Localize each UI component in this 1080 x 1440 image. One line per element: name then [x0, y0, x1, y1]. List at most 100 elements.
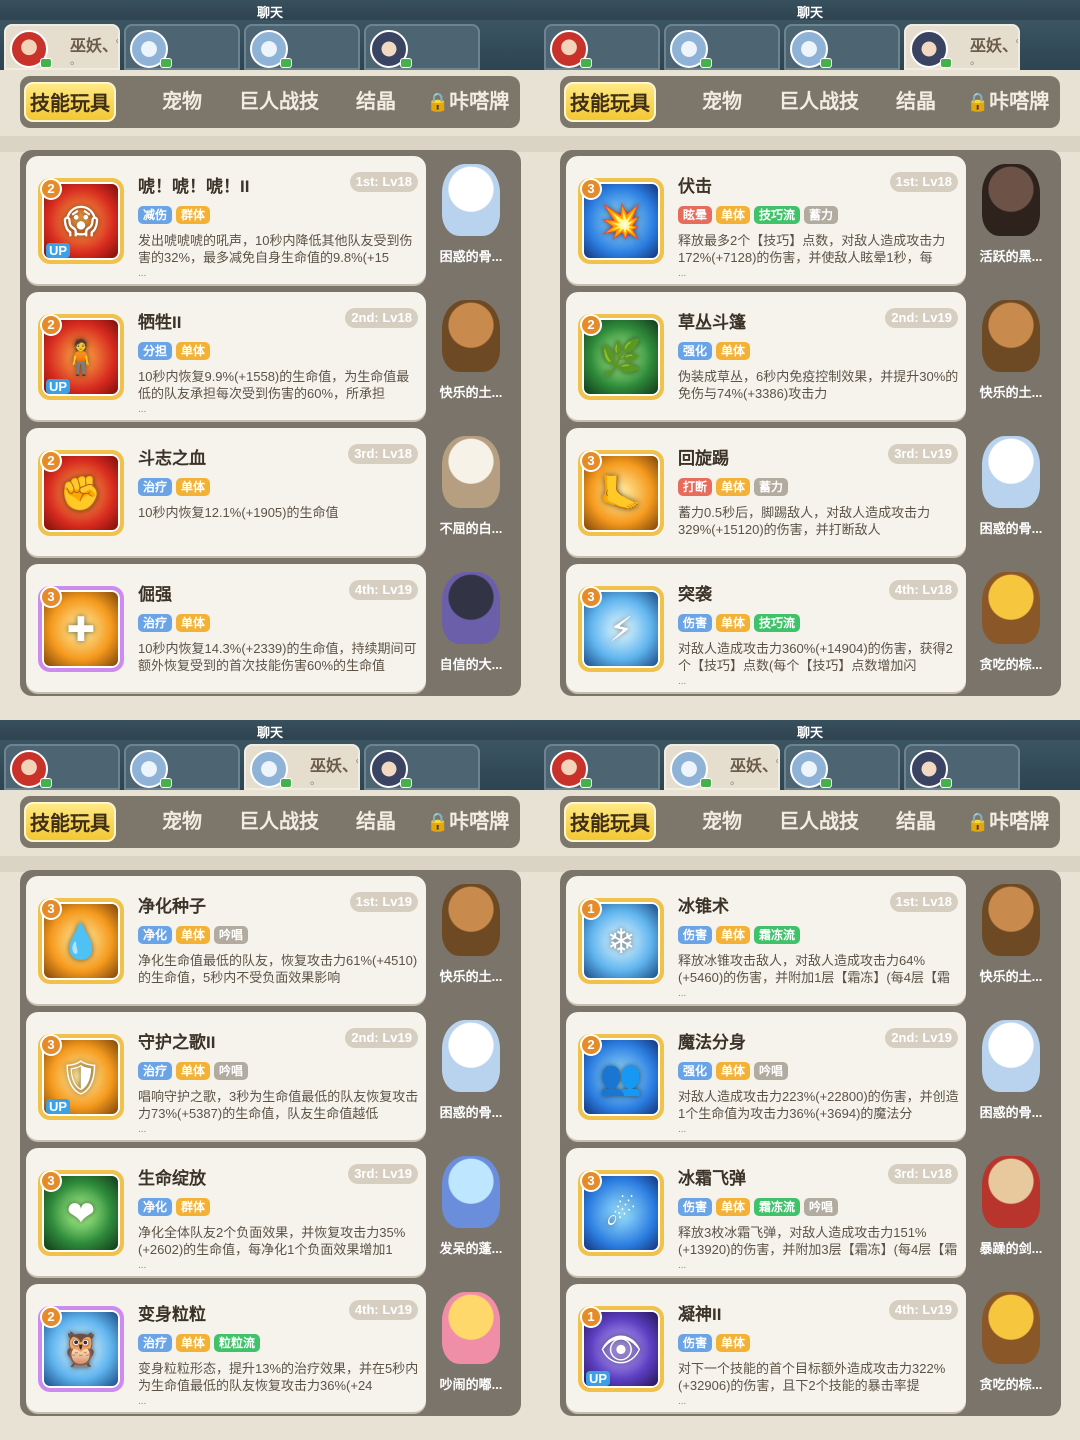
- character-tab[interactable]: [784, 24, 900, 70]
- skill-card[interactable]: ☄ 3 冰霜飞弹 3rd: Lv18 伤害 单体 霜冻流 吟唱 释放3枚冰霜飞弹，对敌人造成攻击…: [566, 1148, 966, 1276]
- lock-icon: 🔒: [426, 812, 450, 832]
- skill-icon[interactable]: 💧 3: [38, 898, 124, 984]
- skill-icon[interactable]: 🌿 2: [578, 314, 664, 400]
- skill-icon[interactable]: 🧍 2 UP: [38, 314, 124, 400]
- tab-4[interactable]: 🔒咔嗒牌: [420, 82, 516, 122]
- more-indicator: ...: [138, 268, 147, 279]
- tab-4[interactable]: 🔒咔嗒牌: [420, 802, 516, 842]
- pet-slot[interactable]: 吵闹的嘟...: [428, 1284, 514, 1412]
- tab-3[interactable]: 结晶: [338, 802, 414, 842]
- chat-strip[interactable]: 聊天: [0, 0, 540, 20]
- skill-card[interactable]: ❄ 1 冰锥术 1st: Lv18 伤害 单体 霜冻流 释放冰锥攻击敌人，对敌人造成攻击力64…: [566, 876, 966, 1004]
- skill-level-badge: 2: [40, 1306, 62, 1328]
- tab-1[interactable]: 宠物: [672, 802, 772, 842]
- skill-card[interactable]: 👁 1 UP 凝神II 4th: Lv19 伤害 单体 对下一个技能的首个目标额外造成攻击力3…: [566, 1284, 966, 1412]
- skill-icon[interactable]: 👁 1 UP: [578, 1306, 664, 1392]
- character-tab[interactable]: [784, 744, 900, 790]
- tab-label: 结晶: [896, 91, 936, 113]
- character-tab[interactable]: [364, 24, 480, 70]
- skill-card[interactable]: ✊ 2 斗志之血 3rd: Lv18 治疗 单体 10秒内恢复12.1%(+1905)的生命…: [26, 428, 426, 556]
- skill-name: 净化种子: [138, 897, 206, 916]
- skill-card[interactable]: ❤ 3 生命绽放 3rd: Lv19 净化 群体 净化全体队友2个负面效果，并恢复攻击力35…: [26, 1148, 426, 1276]
- pet-slot[interactable]: 快乐的土...: [968, 876, 1054, 1004]
- chat-strip[interactable]: 聊天: [0, 720, 540, 740]
- skill-icon[interactable]: 🛡 3 UP: [38, 1034, 124, 1120]
- character-tab[interactable]: 巫妖、∞。: [244, 744, 360, 790]
- pet-slot[interactable]: 快乐的土...: [968, 292, 1054, 420]
- skill-tag: 单体: [716, 206, 751, 224]
- skill-icon[interactable]: ⚡ 3: [578, 586, 664, 672]
- chat-strip[interactable]: 聊天: [540, 0, 1080, 20]
- character-tab[interactable]: [124, 744, 240, 790]
- tab-1[interactable]: 宠物: [672, 82, 772, 122]
- tab-2[interactable]: 巨人战技: [764, 82, 874, 122]
- tab-0[interactable]: 技能玩具: [24, 82, 116, 122]
- character-tab[interactable]: [544, 24, 660, 70]
- tab-3[interactable]: 结晶: [878, 802, 954, 842]
- character-tab[interactable]: [544, 744, 660, 790]
- skill-icon[interactable]: ❤ 3: [38, 1170, 124, 1256]
- tab-2[interactable]: 巨人战技: [224, 802, 334, 842]
- skill-card[interactable]: 💥 3 伏击 1st: Lv18 眩晕 单体 技巧流 蓄力 释放最多2个【技巧】点数，对敌人造成…: [566, 156, 966, 284]
- skill-icon[interactable]: ❄ 1: [578, 898, 664, 984]
- pet-slot[interactable]: 发呆的蓬...: [428, 1148, 514, 1276]
- character-tab[interactable]: 巫妖、∞。: [664, 744, 780, 790]
- skill-card[interactable]: 🦉 2 变身粒粒 4th: Lv19 治疗 单体 粒粒流 变身粒粒形态，提升13%的治疗效果，…: [26, 1284, 426, 1412]
- pet-slot[interactable]: 暴躁的剑...: [968, 1148, 1054, 1276]
- skill-card[interactable]: 🧍 2 UP 牺牲II 2nd: Lv18 分担 单体 10秒内恢复9.9%(+1558)的生…: [26, 292, 426, 420]
- pet-slot[interactable]: 困惑的骨...: [428, 1012, 514, 1140]
- skill-icon[interactable]: ✊ 2: [38, 450, 124, 536]
- pet-slot[interactable]: 活跃的黑...: [968, 156, 1054, 284]
- skill-glyph-icon: 🦉: [59, 1331, 103, 1369]
- skill-card[interactable]: 💧 3 净化种子 1st: Lv19 净化 单体 吟唱 净化生命值最低的队友，恢复攻击力61%…: [26, 876, 426, 1004]
- pet-slot[interactable]: 快乐的土...: [428, 292, 514, 420]
- character-tab[interactable]: [364, 744, 480, 790]
- tab-1[interactable]: 宠物: [132, 802, 232, 842]
- tab-4[interactable]: 🔒咔嗒牌: [960, 802, 1056, 842]
- tab-4[interactable]: 🔒咔嗒牌: [960, 82, 1056, 122]
- chat-strip[interactable]: 聊天: [540, 720, 1080, 740]
- pet-slot[interactable]: 自信的大...: [428, 564, 514, 692]
- tab-0[interactable]: 技能玩具: [564, 82, 656, 122]
- skill-description: 蓄力0.5秒后，脚踢敌人，对敌人造成攻击力329%(+15120)的伤害，并打断…: [678, 505, 931, 537]
- pet-slot[interactable]: 快乐的土...: [428, 876, 514, 1004]
- tab-3[interactable]: 结晶: [878, 82, 954, 122]
- skill-icon[interactable]: 🦉 2: [38, 1306, 124, 1392]
- skill-card[interactable]: 🛡 3 UP 守护之歌II 2nd: Lv19 治疗 单体 吟唱 唱响守护之歌，3秒为生命值最低…: [26, 1012, 426, 1140]
- skill-icon[interactable]: ☄ 3: [578, 1170, 664, 1256]
- character-tab[interactable]: [244, 24, 360, 70]
- skill-icon[interactable]: 😱 2 UP: [38, 178, 124, 264]
- skill-icon[interactable]: 🦶 3: [578, 450, 664, 536]
- tab-label: 宠物: [162, 811, 202, 833]
- character-tab[interactable]: [124, 24, 240, 70]
- skill-card[interactable]: 🌿 2 草丛斗篷 2nd: Lv19 强化 单体 伪装成草丛，6秒内免疫控制效果，并提升30…: [566, 292, 966, 420]
- pet-name: 困惑的骨...: [979, 521, 1043, 536]
- tab-3[interactable]: 结晶: [338, 82, 414, 122]
- pet-slot[interactable]: 贪吃的棕...: [968, 1284, 1054, 1412]
- tab-2[interactable]: 巨人战技: [764, 802, 874, 842]
- character-tab[interactable]: 巫妖、∞。: [904, 24, 1020, 70]
- pet-slot[interactable]: 困惑的骨...: [428, 156, 514, 284]
- skill-icon[interactable]: 👥 2: [578, 1034, 664, 1120]
- skill-card[interactable]: ✚ 3 倔强 4th: Lv19 治疗 单体 10秒内恢复14.3%(+2339)的生命值，…: [26, 564, 426, 692]
- character-tab[interactable]: [664, 24, 780, 70]
- tab-1[interactable]: 宠物: [132, 82, 232, 122]
- skill-level-badge: 3: [40, 898, 62, 920]
- tab-0[interactable]: 技能玩具: [24, 802, 116, 842]
- skill-card[interactable]: ⚡ 3 突袭 4th: Lv18 伤害 单体 技巧流 对敌人造成攻击力360%(+14904)…: [566, 564, 966, 692]
- skill-card[interactable]: 😱 2 UP 唬！唬！唬！II 1st: Lv18 减伤 群体 发出唬唬唬的吼声，10秒内降低…: [26, 156, 426, 284]
- pet-slot[interactable]: 困惑的骨...: [968, 1012, 1054, 1140]
- tab-2[interactable]: 巨人战技: [224, 82, 334, 122]
- skill-card[interactable]: 🦶 3 回旋踢 3rd: Lv19 打断 单体 蓄力 蓄力0.5秒后，脚踢敌人，对敌人造成攻击…: [566, 428, 966, 556]
- character-tab[interactable]: [904, 744, 1020, 790]
- pet-slot[interactable]: 贪吃的棕...: [968, 564, 1054, 692]
- character-sub: 。: [730, 775, 741, 787]
- pet-slot[interactable]: 不屈的白...: [428, 428, 514, 556]
- pet-slot[interactable]: 困惑的骨...: [968, 428, 1054, 556]
- skill-icon[interactable]: ✚ 3: [38, 586, 124, 672]
- skill-card[interactable]: 👥 2 魔法分身 2nd: Lv19 强化 单体 吟唱 对敌人造成攻击力223%(+22800…: [566, 1012, 966, 1140]
- character-tab[interactable]: [4, 744, 120, 790]
- skill-icon[interactable]: 💥 3: [578, 178, 664, 264]
- tab-0[interactable]: 技能玩具: [564, 802, 656, 842]
- character-tab[interactable]: 巫妖、∞。: [4, 24, 120, 70]
